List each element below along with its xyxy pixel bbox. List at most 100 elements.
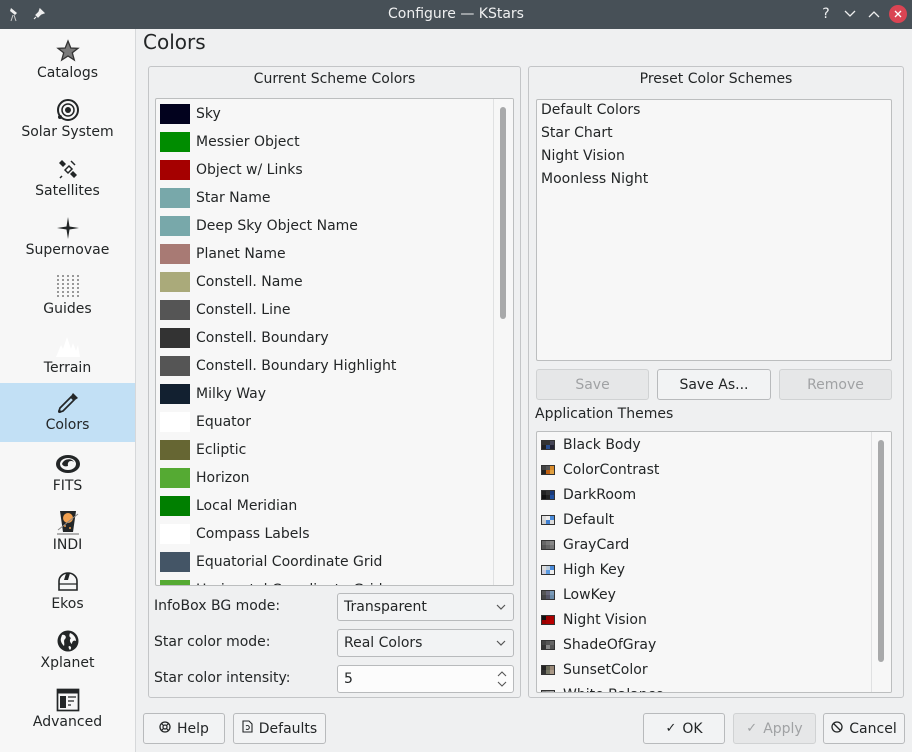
theme-list-item[interactable]: DarkRoom: [541, 482, 636, 507]
preset-scheme-list[interactable]: Default Colors Star Chart Night Vision Moon…: [536, 99, 892, 361]
color-list-item[interactable]: Horizontal Coordinate Grid: [160, 576, 383, 585]
theme-list-item[interactable]: Default: [541, 507, 614, 532]
star-icon: [55, 38, 81, 64]
theme-list-item[interactable]: White Balance: [541, 682, 664, 692]
color-list-item[interactable]: Planet Name: [160, 240, 286, 268]
preset-scheme-item[interactable]: Night Vision: [541, 148, 625, 164]
color-list-item[interactable]: Messier Object: [160, 128, 300, 156]
minimize-button[interactable]: [841, 5, 859, 23]
help-button[interactable]: Help: [143, 713, 225, 744]
checkmark-icon: ✓: [665, 721, 677, 736]
color-item-label: Object w/ Links: [196, 162, 303, 178]
help-lifebuoy-icon: [159, 720, 171, 737]
theme-list-item[interactable]: ColorContrast: [541, 457, 659, 482]
sidebar-item-terrain[interactable]: Terrain: [0, 326, 135, 385]
apply-button[interactable]: ✓ Apply: [733, 713, 816, 744]
color-swatch: [160, 328, 190, 348]
color-swatch: [160, 188, 190, 208]
maximize-button[interactable]: [865, 5, 883, 23]
ok-button[interactable]: ✓ OK: [643, 713, 725, 744]
infobox-bg-select[interactable]: Transparent: [337, 593, 514, 621]
sidebar-item-xplanet[interactable]: Xplanet: [0, 621, 135, 680]
color-swatch: [160, 244, 190, 264]
theme-item-label: ShadeOfGray: [563, 636, 657, 653]
theme-preview-icon: [541, 464, 555, 475]
color-list-item[interactable]: Horizon: [160, 464, 250, 492]
theme-list-scrollbar[interactable]: [871, 432, 891, 692]
color-list-item[interactable]: Equatorial Coordinate Grid: [160, 548, 382, 576]
theme-list-item[interactable]: GrayCard: [541, 532, 629, 557]
star-color-intensity-spinbox[interactable]: 5: [337, 665, 514, 693]
theme-list-item[interactable]: Night Vision: [541, 607, 647, 632]
sidebar-item-fits[interactable]: FITS: [0, 444, 135, 503]
color-list-item[interactable]: Constell. Line: [160, 296, 290, 324]
spinbox-arrows[interactable]: [496, 667, 508, 691]
color-list-item[interactable]: Constell. Boundary Highlight: [160, 352, 396, 380]
sidebar-item-advanced[interactable]: Advanced: [0, 680, 135, 739]
help-window-button[interactable]: ?: [817, 5, 835, 23]
color-item-label: Horizontal Coordinate Grid: [196, 582, 383, 585]
sidebar-item-colors[interactable]: Colors: [0, 383, 135, 442]
color-item-label: Star Name: [196, 190, 271, 206]
color-swatch: [160, 384, 190, 404]
theme-preview-icon: [541, 514, 555, 525]
theme-preview-cell: [550, 494, 554, 499]
sidebar-item-guides[interactable]: Guides: [0, 267, 135, 326]
theme-list-item[interactable]: LowKey: [541, 582, 616, 607]
color-list-item[interactable]: Star Name: [160, 184, 270, 212]
theme-list-item[interactable]: ShadeOfGray: [541, 632, 656, 657]
color-item-label: Constell. Boundary: [196, 330, 329, 346]
color-list-item[interactable]: Equator: [160, 408, 251, 436]
color-list-item[interactable]: Constell. Name: [160, 268, 303, 296]
theme-preview-icon: [541, 439, 555, 450]
sidebar-item-indi[interactable]: INDI: [0, 503, 135, 562]
color-list-item[interactable]: Object w/ Links: [160, 156, 303, 184]
application-theme-list[interactable]: Black Body ColorContrast DarkRoom Default Gr…: [536, 431, 892, 693]
theme-list-item[interactable]: Black Body: [541, 432, 641, 457]
preset-scheme-item[interactable]: Default Colors: [541, 102, 640, 118]
save-button[interactable]: Save: [536, 369, 649, 400]
theme-preview-icon: [541, 689, 555, 692]
scrollbar-thumb[interactable]: [878, 440, 884, 662]
theme-preview-cell: [550, 690, 554, 692]
sidebar-item-ekos[interactable]: Ekos: [0, 562, 135, 621]
scheme-color-list-scrollbar[interactable]: [493, 99, 513, 585]
globe-icon: [55, 628, 81, 654]
star-color-intensity-value: 5: [344, 671, 353, 687]
color-list-item[interactable]: Sky: [160, 100, 221, 128]
color-swatch: [160, 300, 190, 320]
color-item-label: Compass Labels: [196, 526, 310, 542]
cancel-button[interactable]: Cancel: [823, 713, 905, 744]
color-swatch: [160, 272, 190, 292]
sidebar-item-solar-system[interactable]: Solar System: [0, 90, 135, 149]
scheme-color-list[interactable]: Sky Messier Object Object w/ Links Star Nam…: [155, 98, 514, 586]
preset-scheme-item[interactable]: Star Chart: [541, 125, 613, 141]
save-as-button[interactable]: Save As...: [657, 369, 771, 400]
color-list-item[interactable]: Constell. Boundary: [160, 324, 329, 352]
color-list-item[interactable]: Compass Labels: [160, 520, 310, 548]
theme-preview-cell: [550, 619, 554, 624]
color-swatch: [160, 356, 190, 376]
theme-item-label: GrayCard: [563, 536, 630, 553]
sidebar-item-satellites[interactable]: Satellites: [0, 149, 135, 208]
preset-scheme-item[interactable]: Moonless Night: [541, 171, 648, 187]
theme-preview-cell: [550, 544, 554, 549]
color-list-item[interactable]: Deep Sky Object Name: [160, 212, 358, 240]
sidebar-item-supernovae[interactable]: Supernovae: [0, 208, 135, 267]
remove-button[interactable]: Remove: [779, 369, 892, 400]
theme-item-label: Night Vision: [563, 611, 647, 628]
scrollbar-thumb[interactable]: [500, 107, 506, 319]
star-color-mode-select[interactable]: Real Colors: [337, 629, 514, 657]
sidebar-item-catalogs[interactable]: Catalogs: [0, 31, 135, 90]
defaults-button[interactable]: Defaults: [233, 713, 326, 744]
color-list-item[interactable]: Local Meridian: [160, 492, 297, 520]
color-list-item[interactable]: Ecliptic: [160, 436, 246, 464]
theme-list-item[interactable]: SunsetColor: [541, 657, 648, 682]
theme-list-item[interactable]: High Key: [541, 557, 625, 582]
theme-preview-icon: [541, 639, 555, 650]
close-button[interactable]: [889, 5, 907, 23]
color-swatch: [160, 552, 190, 572]
color-list-item[interactable]: Milky Way: [160, 380, 266, 408]
theme-preview-cell: [550, 569, 554, 574]
color-swatch: [160, 132, 190, 152]
